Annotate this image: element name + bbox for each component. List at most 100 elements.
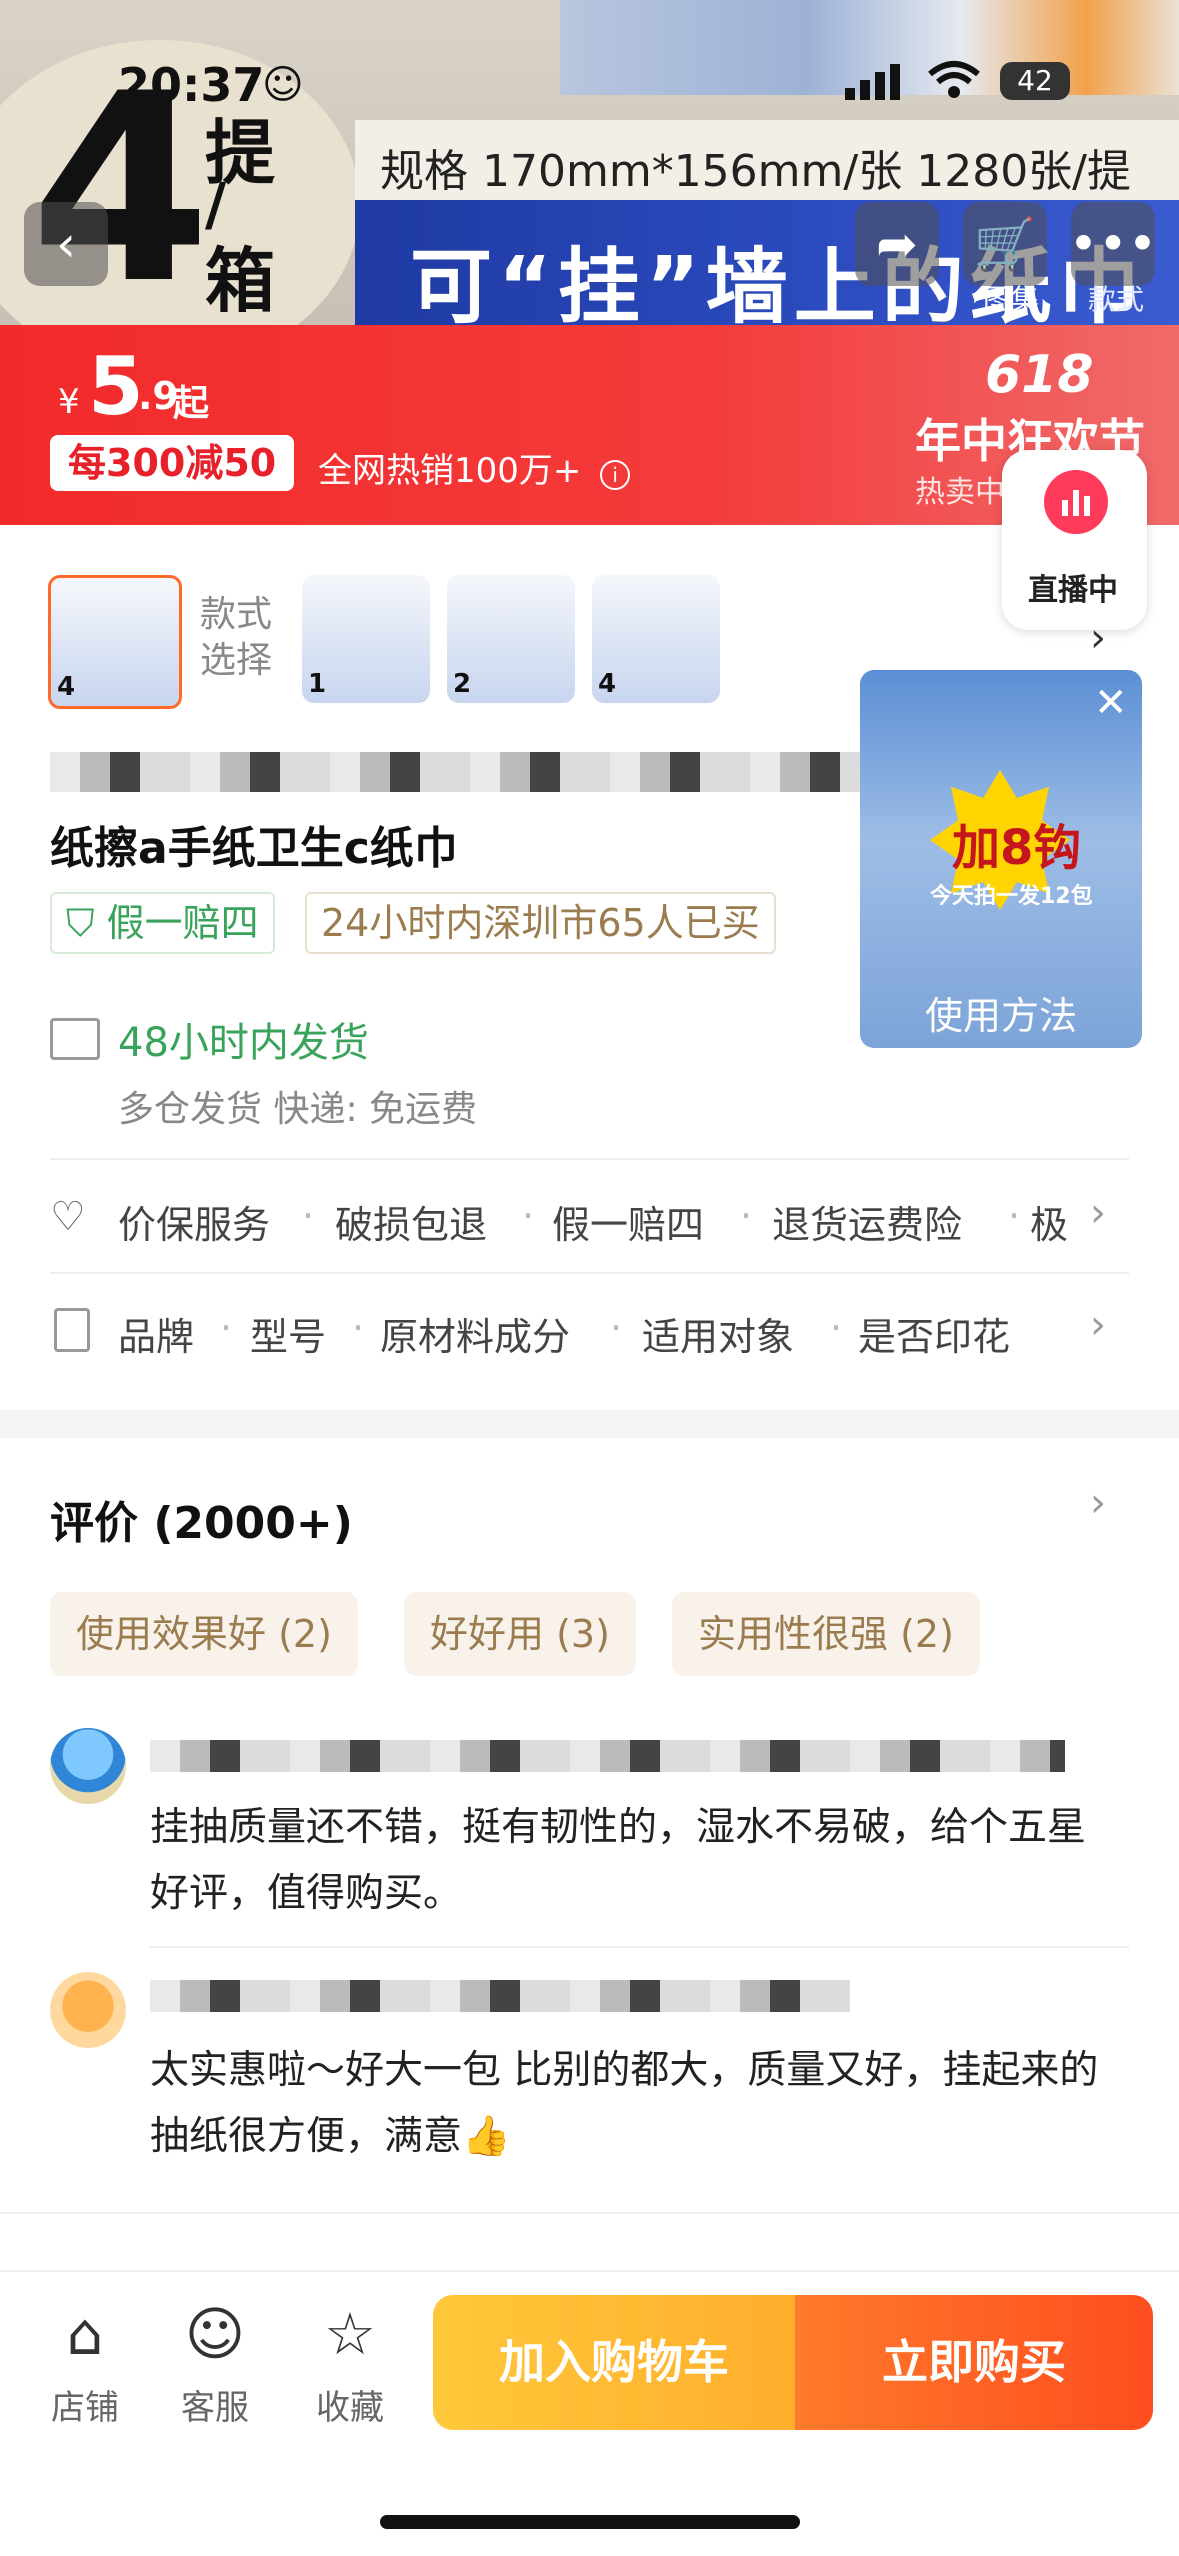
status-time: 20:37 <box>118 58 265 112</box>
hot-sale-text[interactable]: 全网热销100万+ i <box>318 443 631 492</box>
hero-spec: 规格 170mm*156mm/张 1280张/提 <box>380 146 1132 197</box>
divider <box>150 1946 1129 1948</box>
divider <box>0 2212 1179 2214</box>
cart-button[interactable]: 🛒 <box>963 202 1047 286</box>
battery-icon: 42 <box>1000 62 1070 100</box>
reviews-title[interactable]: 评价 (2000+) <box>50 1487 353 1551</box>
star-icon: ☆ <box>324 2300 376 2368</box>
close-icon[interactable]: ✕ <box>1094 680 1128 726</box>
redacted-username <box>150 1740 1065 1772</box>
chat-icon: ☺ <box>184 2300 246 2368</box>
styles-label[interactable]: 款式 <box>1088 278 1144 318</box>
dot-separator: · <box>522 1194 535 1238</box>
review-text: 挂抽质量还不错，挺有韧性的，湿水不易破，给个五星好评，值得购买。 <box>150 1805 1087 1916</box>
avatar[interactable] <box>50 1972 126 2048</box>
video-sub: 今天拍一发12包 <box>930 884 1093 909</box>
buy-now-button[interactable]: 立即购买 <box>795 2295 1153 2430</box>
style-select-label[interactable]: 款式选择 <box>200 592 280 684</box>
wifi-icon <box>928 60 980 110</box>
back-button[interactable]: ‹ <box>24 202 108 286</box>
more-button[interactable]: ••• <box>1068 202 1158 286</box>
heart-icon: ♡ <box>50 1194 86 1240</box>
share-button[interactable]: ➦ <box>855 202 939 286</box>
dot-separator: · <box>220 1306 233 1350</box>
hero-unit-bottom: 箱 <box>205 240 275 322</box>
signal-icon <box>845 62 905 106</box>
video-badge-text: 加8钩 <box>952 820 1082 876</box>
product-title: 纸擦a手纸卫生c纸巾 <box>50 823 458 874</box>
dot-separator: · <box>1008 1194 1021 1238</box>
style-thumb-3[interactable]: 2 <box>447 575 575 703</box>
live-chart-icon <box>1044 470 1108 534</box>
param-item: 型号 <box>250 1315 327 1359</box>
services-row[interactable]: ♡ 价保服务 · 破损包退 · 假一赔四 · 退货运费险 · 极 › <box>50 1190 1129 1250</box>
param-item: 品牌 <box>118 1315 195 1359</box>
coupon-badge[interactable]: 每300减50 <box>50 435 295 491</box>
review-chip[interactable]: 好好用 (3) <box>404 1592 636 1676</box>
avatar[interactable] <box>50 1728 126 1804</box>
service-item: 退货运费险 <box>772 1203 963 1247</box>
review-chip[interactable]: 实用性很强 (2) <box>672 1592 980 1676</box>
add-to-cart-button[interactable]: 加入购物车 <box>433 2295 795 2430</box>
style-thumb-4[interactable]: 4 <box>592 575 720 703</box>
chevron-right-icon: › <box>1090 1302 1106 1348</box>
cart-icon: 🛒 <box>973 214 1037 273</box>
festival-number: 618 <box>985 345 1094 405</box>
home-indicator[interactable] <box>380 2515 800 2529</box>
more-icon: ••• <box>1068 215 1158 273</box>
guarantee-label: 假一赔四 <box>106 901 259 945</box>
bottom-bar-border <box>0 2270 1179 2272</box>
store-icon: ⌂ <box>66 2300 104 2368</box>
style-thumb-2[interactable]: 1 <box>302 575 430 703</box>
price-integer: 5 <box>88 340 144 433</box>
chevron-right-icon: › <box>1090 615 1106 661</box>
share-icon: ➦ <box>876 215 918 273</box>
service-item: 价保服务 <box>118 1203 271 1247</box>
review-text: 太实惠啦～好大一包 比别的都大，质量又好，挂起来的抽纸很方便，满意👍 <box>150 2048 1099 2159</box>
review-chip[interactable]: 使用效果好 (2) <box>50 1592 358 1676</box>
video-label: 使用方法 <box>925 994 1078 1038</box>
section-separator <box>0 1410 1179 1438</box>
style-thumb-tag: 4 <box>598 669 617 699</box>
style-thumb-tag: 4 <box>57 672 76 702</box>
info-icon: i <box>600 460 631 490</box>
hot-sale-label: 全网热销100万+ <box>318 451 582 491</box>
dot-separator: · <box>610 1306 623 1350</box>
dot-separator: · <box>352 1306 365 1350</box>
style-thumb-tag: 2 <box>453 669 472 699</box>
shield-icon: ⛉ <box>66 901 107 945</box>
shop-tab[interactable]: ⌂ 店铺 <box>30 2300 140 2430</box>
service-item: 假一赔四 <box>552 1203 705 1247</box>
truck-icon <box>50 1018 100 1060</box>
divider <box>50 1272 1129 1274</box>
live-label: 直播中 <box>1028 573 1118 608</box>
guarantee-tag[interactable]: ⛉ 假一赔四 <box>50 892 275 954</box>
chevron-right-icon: › <box>1090 1190 1106 1236</box>
redacted-title-line <box>50 752 860 792</box>
clipboard-icon <box>54 1308 90 1352</box>
param-item: 是否印花 <box>858 1315 1011 1359</box>
service-label: 客服 <box>181 2388 249 2428</box>
service-item: 破损包退 <box>335 1203 488 1247</box>
service-tab[interactable]: ☺ 客服 <box>160 2300 270 2430</box>
favorite-label: 收藏 <box>316 2388 384 2428</box>
chevron-right-icon[interactable]: › <box>1090 1480 1106 1526</box>
style-thumb-1[interactable]: 4 <box>48 575 182 709</box>
params-row[interactable]: 品牌 · 型号 · 原材料成分 · 适用对象 · 是否印花 › <box>50 1302 1129 1362</box>
price-suffix: 起 <box>173 383 210 424</box>
bought-tag: 24小时内深圳市65人已买 <box>305 892 776 954</box>
service-item: 极 <box>1030 1203 1069 1247</box>
param-item: 适用对象 <box>642 1315 795 1359</box>
price-currency: ¥ <box>58 382 80 422</box>
favorite-tab[interactable]: ☆ 收藏 <box>295 2300 405 2430</box>
gallery-label[interactable]: 图集 <box>983 278 1039 318</box>
redacted-username <box>150 1980 850 2012</box>
shipping-detail: 多仓发货 快递: 免运费 <box>118 1089 478 1130</box>
chevron-left-icon: ‹ <box>56 215 76 273</box>
param-item: 原材料成分 <box>380 1315 571 1359</box>
dot-separator: · <box>830 1306 843 1350</box>
dot-separator: · <box>302 1194 315 1238</box>
shop-label: 店铺 <box>51 2388 119 2428</box>
dot-separator: · <box>740 1194 753 1238</box>
divider <box>50 1158 1129 1160</box>
